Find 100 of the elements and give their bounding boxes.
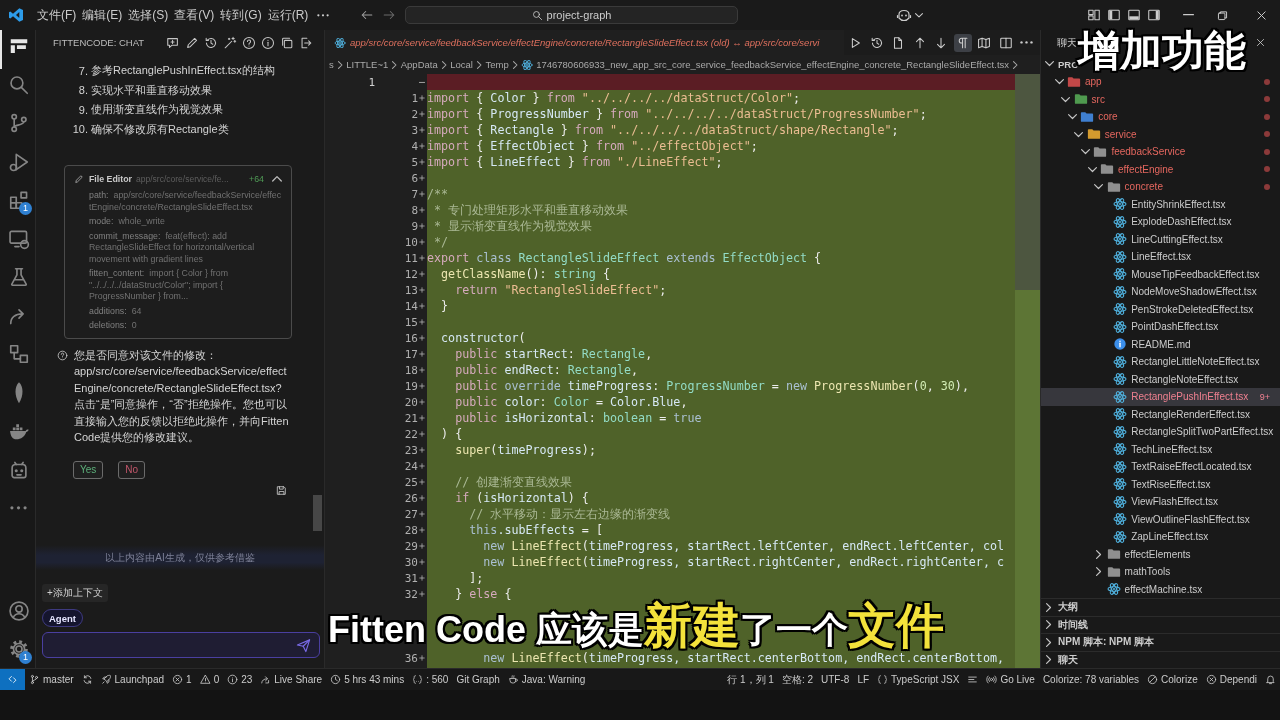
tree-item[interactable]: README.md — [1041, 335, 1280, 353]
sync-icon[interactable] — [81, 674, 93, 685]
menu-item[interactable]: 文件(F) — [34, 6, 80, 24]
tree-item[interactable]: RectangleLittleNoteEffect.tsx — [1041, 353, 1280, 371]
status-item[interactable]: Launchpad — [96, 669, 169, 690]
pencil-icon[interactable] — [185, 35, 199, 50]
tree-item[interactable]: RectangleNoteEffect.tsx — [1041, 370, 1280, 388]
close-icon[interactable] — [1255, 8, 1268, 22]
left-sidebar-icon[interactable] — [1107, 8, 1121, 22]
tree-item[interactable]: effectElements — [1041, 545, 1280, 563]
robot-face-icon[interactable] — [896, 7, 912, 23]
activity-button[interactable]: 1 — [0, 630, 35, 668]
section-header[interactable]: NPM 脚本: NPM 脚本 — [1041, 633, 1280, 651]
status-item[interactable]: : 560 — [408, 669, 453, 690]
section-header[interactable]: 大纲 — [1041, 598, 1280, 616]
send-icon[interactable] — [296, 637, 311, 653]
status-item[interactable]: Live Share — [256, 669, 327, 690]
chat-input[interactable] — [42, 632, 320, 658]
menu-item[interactable]: 运行(R) — [264, 6, 312, 24]
breadcrumb-item[interactable]: AppData — [400, 59, 438, 70]
layout-grid-icon[interactable] — [1087, 8, 1101, 22]
status-item[interactable]: Colorize — [1143, 669, 1202, 690]
status-item[interactable]: Colorize: 78 variables — [1038, 669, 1144, 690]
command-center-search[interactable]: project-graph — [405, 6, 738, 24]
tree-item[interactable]: LineCuttingEffect.tsx — [1041, 230, 1280, 248]
arrow-down-icon[interactable] — [934, 35, 948, 50]
status-item[interactable]: 行 1，列 1 — [723, 669, 778, 690]
status-item[interactable]: master — [25, 669, 78, 690]
info-icon[interactable] — [261, 35, 275, 50]
add-context-button[interactable]: +添加上下文 — [42, 584, 108, 602]
close-icon[interactable] — [1255, 37, 1266, 48]
tree-item[interactable]: effectMachine.tsx — [1041, 580, 1280, 598]
tree-item[interactable]: ZapLineEffect.tsx — [1041, 528, 1280, 546]
magic-wand-icon[interactable] — [223, 35, 237, 50]
tree-item[interactable]: app — [1041, 73, 1280, 91]
status-item[interactable]: 0 — [195, 669, 224, 690]
map-icon[interactable] — [977, 35, 991, 50]
more-icon[interactable] — [1020, 41, 1033, 44]
history-icon[interactable] — [869, 35, 884, 50]
restore-icon[interactable] — [1216, 8, 1229, 22]
tree-item[interactable]: EntityShrinkEffect.tsx — [1041, 195, 1280, 213]
menu-item[interactable]: 转到(G) — [217, 6, 265, 24]
status-item[interactable]: 空格: 2 — [777, 669, 818, 690]
tree-item[interactable]: ExplodeDashEffect.tsx — [1041, 213, 1280, 231]
status-item[interactable]: 5 hrs 43 mins — [326, 669, 409, 690]
menu-item[interactable]: 选择(S) — [125, 6, 172, 24]
chat-plus-icon[interactable] — [166, 35, 180, 50]
tree-item[interactable]: RectangleRenderEffect.tsx — [1041, 405, 1280, 423]
help-icon[interactable] — [242, 35, 256, 50]
file-icon[interactable] — [891, 35, 905, 50]
tree-item[interactable]: TechLineEffect.tsx — [1041, 440, 1280, 458]
tree-item[interactable]: LineEffect.tsx — [1041, 248, 1280, 266]
status-item[interactable]: Dependi — [1201, 669, 1261, 690]
status-item[interactable]: Java: Warning — [503, 669, 590, 690]
tree-item[interactable]: src — [1041, 90, 1280, 108]
status-item[interactable]: Git Graph — [452, 669, 504, 690]
tree-item[interactable]: ViewOutlineFlashEffect.tsx — [1041, 510, 1280, 528]
chevron-down-icon[interactable] — [915, 12, 923, 18]
split-view-icon[interactable] — [998, 35, 1013, 50]
pilcrow-icon[interactable] — [953, 33, 972, 52]
activity-button[interactable]: 1 — [0, 184, 35, 223]
save-icon[interactable] — [276, 484, 287, 496]
tree-item[interactable]: MouseTipFeedbackEffect.tsx — [1041, 265, 1280, 283]
tree-item[interactable]: NodeMoveShadowEffect.tsx — [1041, 283, 1280, 301]
back-arrow-icon[interactable] — [360, 8, 374, 22]
editor-scrollbar[interactable] — [1015, 74, 1040, 668]
tree-item[interactable]: service — [1041, 125, 1280, 143]
breadcrumb-item[interactable]: Local — [450, 59, 473, 70]
breadcrumb-item[interactable]: 1746780606933_new_app_src_core_service_feedbackService_effectEngine_concrete_RectangleSlideEffect.tsx — [521, 58, 1010, 71]
scrollbar-thumb[interactable] — [313, 495, 322, 531]
tree-item[interactable]: TextRiseEffect.tsx — [1041, 475, 1280, 493]
menu-item[interactable]: 编辑(E) — [79, 6, 126, 24]
tree-item[interactable]: feedbackService — [1041, 143, 1280, 161]
breadcrumb-item[interactable]: LITTLE~1 — [346, 59, 389, 70]
chevron-up-icon[interactable] — [272, 175, 282, 182]
status-item[interactable]: LF — [853, 669, 874, 690]
accept-button[interactable]: Yes — [73, 460, 104, 479]
minimize-icon[interactable] — [1183, 14, 1194, 16]
status-item[interactable]: Go Live — [982, 669, 1039, 690]
copy-icon[interactable] — [280, 35, 294, 50]
tree-item[interactable]: PointDashEffect.tsx — [1041, 318, 1280, 336]
breadcrumb-item[interactable]: s — [329, 59, 334, 70]
forward-arrow-icon[interactable] — [382, 8, 396, 22]
tree-item[interactable]: mathTools — [1041, 563, 1280, 581]
status-item[interactable]: UTF-8 — [817, 669, 854, 690]
bottom-panel-icon[interactable] — [1127, 8, 1141, 22]
mode-button[interactable]: Agent — [42, 609, 83, 627]
status-item[interactable]: TypeScript JSX — [873, 669, 964, 690]
tree-item[interactable]: TextRaiseEffectLocated.tsx — [1041, 458, 1280, 476]
exit-icon[interactable] — [299, 35, 313, 50]
tree-item[interactable]: PenStrokeDeletedEffect.tsx — [1041, 300, 1280, 318]
status-item[interactable]: 23 — [223, 669, 257, 690]
right-sidebar-icon[interactable] — [1147, 8, 1161, 22]
tree-item[interactable]: ViewFlashEffect.tsx — [1041, 493, 1280, 511]
tree-item[interactable]: core — [1041, 108, 1280, 126]
bars-icon[interactable] — [967, 674, 979, 685]
status-item[interactable]: 1 — [168, 669, 196, 690]
tree-item[interactable]: effectEngine — [1041, 160, 1280, 178]
bell-icon[interactable] — [1265, 674, 1276, 685]
reject-button[interactable]: No — [118, 460, 146, 479]
